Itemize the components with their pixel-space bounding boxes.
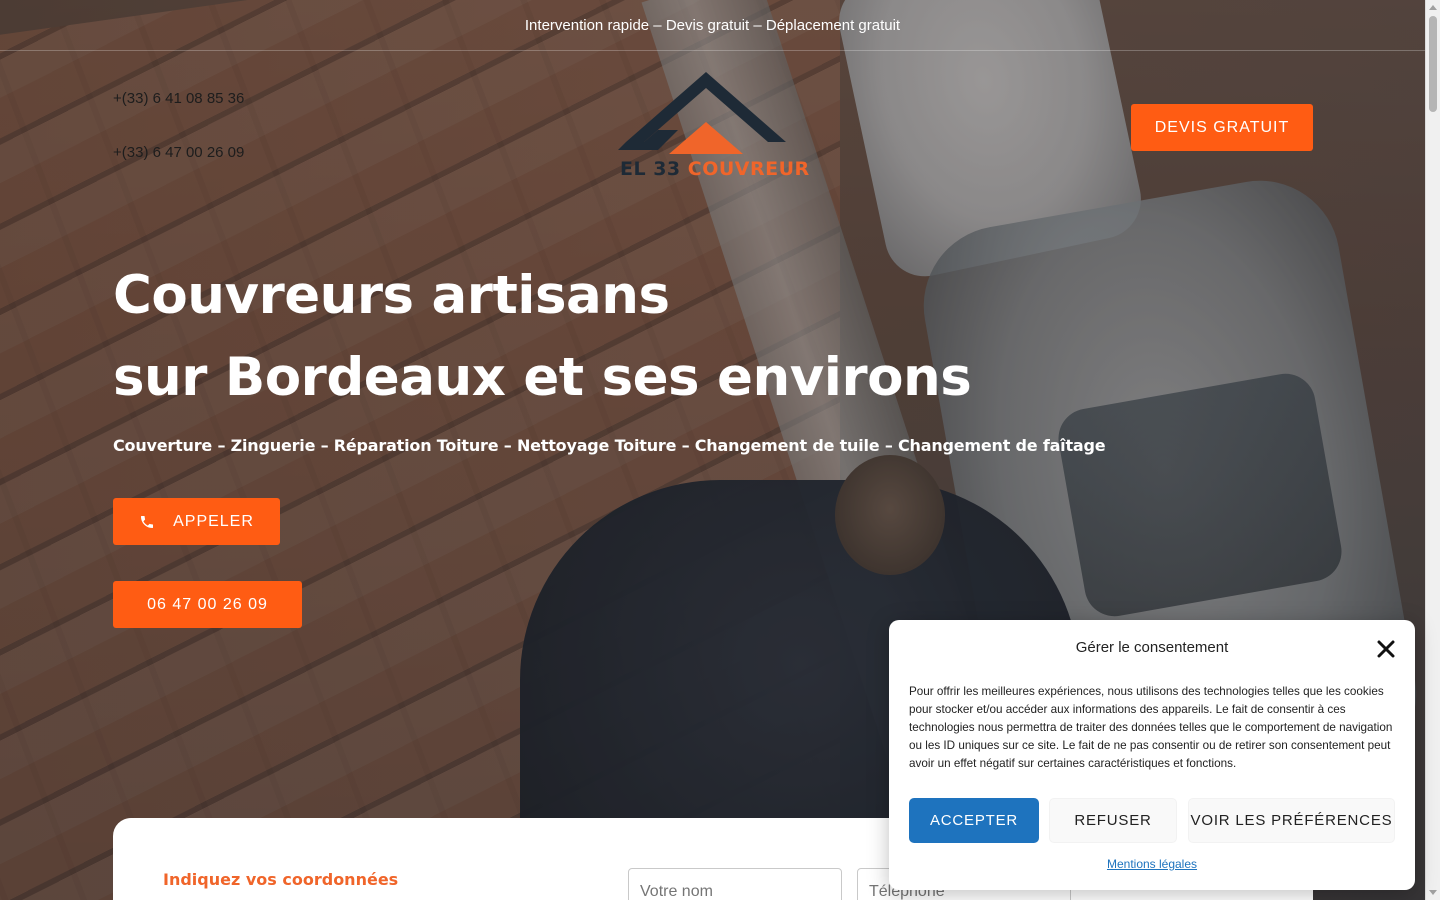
hero-title-line1: Couvreurs artisans <box>113 265 670 326</box>
scroll-up-arrow-icon[interactable] <box>1429 5 1437 10</box>
topbar-tagline: Intervention rapide – Devis gratuit – Dé… <box>524 16 901 34</box>
call-button[interactable]: APPELER <box>113 498 280 545</box>
scroll-down-arrow-icon[interactable] <box>1429 890 1437 895</box>
legal-notice-link[interactable]: Mentions légales <box>889 857 1415 871</box>
site-logo[interactable]: EL 33 COUVREUR <box>618 70 809 185</box>
refuse-button[interactable]: REFUSER <box>1049 798 1177 843</box>
cookie-consent-dialog: Gérer le consentement Pour offrir les me… <box>889 620 1415 890</box>
consent-description: Pour offrir les meilleures expériences, … <box>909 685 1393 770</box>
top-announcement-bar: Intervention rapide – Devis gratuit – Dé… <box>0 0 1425 51</box>
header-phone-list: +(33) 6 41 08 85 36 +(33) 6 47 00 26 09 <box>113 90 244 198</box>
form-title: Indiquez vos coordonnées <box>163 870 399 889</box>
phone-icon <box>141 515 154 528</box>
close-icon[interactable] <box>1377 640 1395 658</box>
hero-services-subtitle: Couverture – Zinguerie – Réparation Toit… <box>113 436 1106 455</box>
view-preferences-button[interactable]: VOIR LES PRÉFÉRENCES <box>1188 798 1395 843</box>
consent-title: Gérer le consentement <box>1075 639 1229 656</box>
phone-link-1[interactable]: +(33) 6 41 08 85 36 <box>113 90 244 107</box>
accept-button[interactable]: ACCEPTER <box>909 798 1039 843</box>
free-quote-button[interactable]: DEVIS GRATUIT <box>1131 104 1313 151</box>
call-button-label: APPELER <box>173 512 254 530</box>
phone-link-2[interactable]: +(33) 6 47 00 26 09 <box>113 144 244 161</box>
logo-text-part2: COUVREUR <box>687 158 810 180</box>
hero-title: Couvreurs artisans sur Bordeaux et ses e… <box>113 255 972 419</box>
house-roof-icon <box>618 72 786 154</box>
logo-wordmark: EL 33 COUVREUR <box>620 158 810 180</box>
hero-title-line2: sur Bordeaux et ses environs <box>113 347 972 408</box>
page-scrollbar[interactable] <box>1425 0 1440 900</box>
name-input[interactable] <box>628 868 842 900</box>
scrollbar-thumb[interactable] <box>1429 16 1437 112</box>
phone-number-button[interactable]: 06 47 00 26 09 <box>113 581 302 628</box>
logo-text-part1: EL 33 <box>620 158 688 180</box>
